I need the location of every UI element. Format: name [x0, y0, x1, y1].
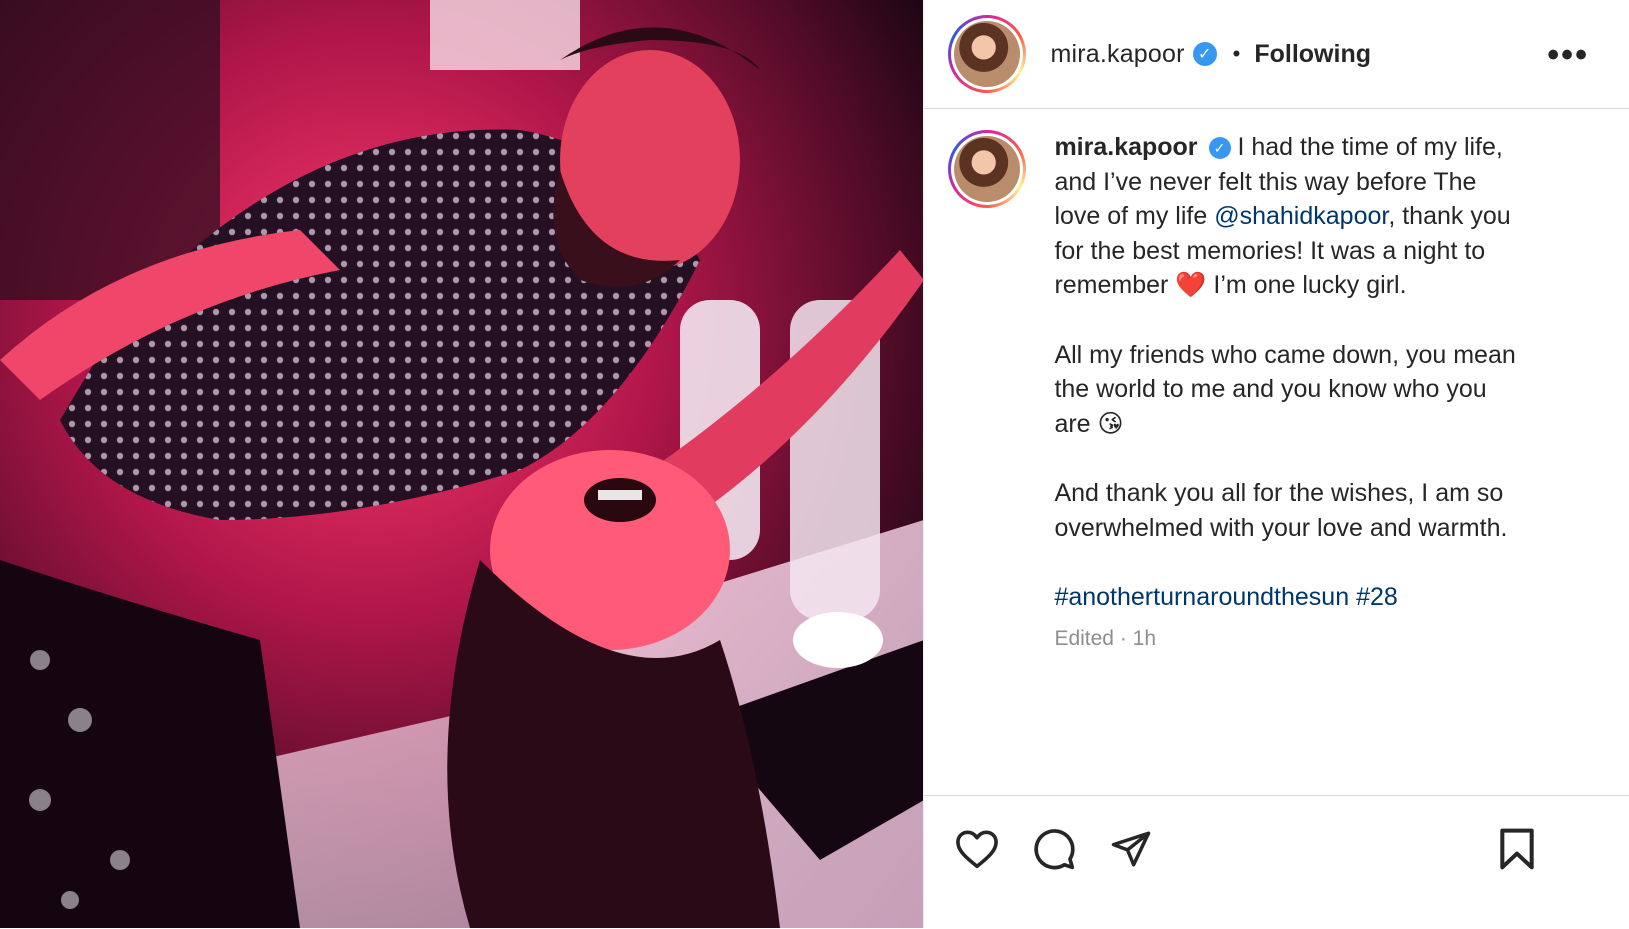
caption: mira.kapoor ✓ I had the time of my life,…	[948, 130, 1588, 657]
caption-verified-badge-icon: ✓	[1208, 137, 1231, 160]
comment-icon	[1034, 829, 1076, 870]
post-photo-illustration	[0, 0, 924, 928]
post-photo[interactable]	[0, 0, 925, 928]
action-bar	[924, 795, 1629, 929]
caption-para2: All my friends who came down, you mean t…	[1054, 340, 1516, 438]
verified-badge-icon: ✓	[1192, 42, 1217, 66]
post-header: mira.kapoor ✓ • Following •••	[924, 0, 1629, 109]
heart-icon	[956, 830, 999, 869]
hashtag-link-28[interactable]: #28	[1356, 583, 1398, 611]
send-icon	[1112, 831, 1151, 867]
caption-para3: And thank you all for the wishes, I am s…	[1054, 478, 1508, 542]
avatar	[954, 21, 1021, 87]
comment-button[interactable]	[1031, 826, 1077, 872]
following-button[interactable]: Following	[1254, 40, 1371, 69]
mention-link[interactable]: @shahidkapoor	[1214, 202, 1388, 230]
caption-text: mira.kapoor ✓ I had the time of my life,…	[1054, 130, 1524, 657]
caption-username-link[interactable]: mira.kapoor	[1054, 133, 1197, 161]
instagram-post: mira.kapoor ✓ • Following ••• mira.kapoo…	[0, 0, 1629, 928]
bookmark-icon	[1500, 828, 1535, 870]
username-link[interactable]: mira.kapoor	[1050, 40, 1184, 69]
like-button[interactable]	[954, 826, 1000, 872]
save-button[interactable]	[1494, 826, 1540, 872]
kiss-emoji: 😘	[1097, 409, 1124, 438]
separator-dot: •	[1232, 41, 1241, 66]
red-heart-emoji: ❤️	[1175, 271, 1207, 300]
post-sidebar: mira.kapoor ✓ • Following ••• mira.kapoo…	[924, 0, 1629, 928]
caption-avatar	[954, 136, 1021, 202]
more-options-icon[interactable]: •••	[1547, 36, 1589, 75]
caption-line1c: I’m one lucky girl.	[1206, 271, 1407, 300]
caption-story-ring[interactable]	[948, 130, 1027, 208]
hashtag-link[interactable]: #anotherturnaroundthesun	[1054, 583, 1349, 611]
story-ring[interactable]	[948, 15, 1027, 93]
share-button[interactable]	[1108, 826, 1154, 872]
post-meta-time: Edited · 1h	[1054, 627, 1157, 651]
